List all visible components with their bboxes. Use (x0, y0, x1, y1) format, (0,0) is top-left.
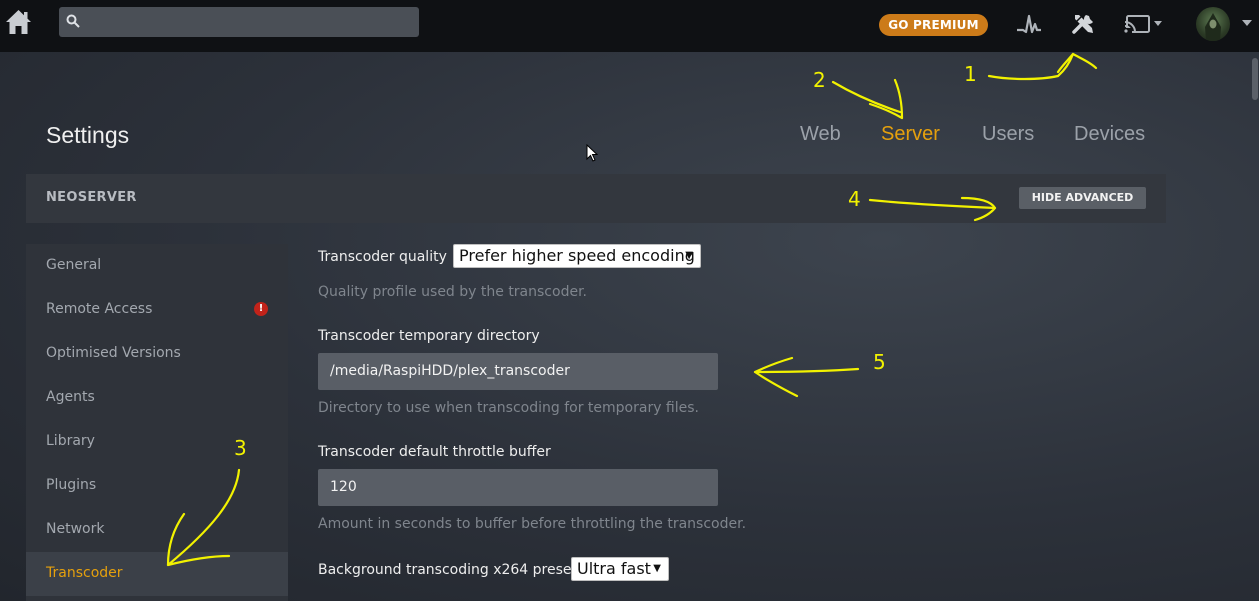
sidebar-item-label: Agents (46, 389, 95, 405)
sidebar-item-library[interactable]: Library (26, 420, 288, 464)
sidebar-item-agents[interactable]: Agents (26, 376, 288, 420)
top-bar: GO PREMIUM (0, 0, 1259, 52)
page-title: Settings (46, 122, 130, 148)
select-value: Ultra fast (577, 559, 651, 578)
go-premium-button[interactable]: GO PREMIUM (879, 14, 988, 36)
warning-icon: ! (254, 302, 268, 316)
sidebar-item-remote-access[interactable]: Remote Access ! (26, 288, 288, 332)
tab-devices[interactable]: Devices (1074, 123, 1145, 146)
chevron-down-icon[interactable] (1241, 18, 1253, 28)
tab-web[interactable]: Web (800, 123, 841, 146)
sidebar-item-general[interactable]: General (26, 244, 288, 288)
transcoder-quality-help: Quality profile used by the transcoder. (318, 284, 587, 300)
sidebar-item-transcoder[interactable]: Transcoder (26, 552, 288, 596)
annotation-number-3: 3 (234, 436, 247, 460)
tab-users[interactable]: Users (982, 123, 1034, 146)
search-input[interactable] (59, 7, 419, 37)
avatar[interactable] (1196, 7, 1230, 41)
x264-preset-select[interactable]: Ultra fast ▼ (571, 557, 669, 581)
settings-icon[interactable] (1071, 11, 1097, 37)
transcoder-quality-label: Transcoder quality (318, 249, 447, 265)
sidebar-item-label: Network (46, 521, 105, 537)
throttle-buffer-label: Transcoder default throttle buffer (318, 444, 551, 460)
activity-icon[interactable] (1016, 12, 1042, 36)
annotation-number-4: 4 (848, 187, 861, 211)
chevron-down-icon: ▼ (653, 563, 661, 574)
home-icon[interactable] (5, 9, 32, 35)
mouse-cursor-icon (586, 144, 598, 162)
transcoder-quality-select[interactable]: Prefer higher speed encoding ▼ (453, 244, 701, 268)
select-value: Prefer higher speed encoding (459, 246, 695, 265)
server-bar: NEOSERVER HIDE ADVANCED (26, 174, 1166, 223)
sidebar-item-label: Remote Access (46, 301, 153, 317)
settings-sidebar: General Remote Access ! Optimised Versio… (26, 244, 288, 601)
annotation-arrow-1 (987, 52, 1098, 81)
sidebar-item-label: General (46, 257, 102, 273)
throttle-buffer-input[interactable]: 120 (318, 469, 718, 506)
temp-directory-label: Transcoder temporary directory (318, 328, 540, 344)
search-icon (66, 14, 80, 28)
sidebar-item-label: Library (46, 433, 95, 449)
scrollbar[interactable] (1252, 58, 1258, 100)
annotation-arrow-2 (831, 78, 904, 120)
annotation-arrow-5 (753, 356, 860, 398)
cast-icon[interactable] (1124, 14, 1168, 34)
temp-directory-help: Directory to use when transcoding for te… (318, 400, 699, 416)
sidebar-item-label: Optimised Versions (46, 345, 181, 361)
sidebar-item-label: Transcoder (46, 565, 123, 581)
sidebar-item-optimised-versions[interactable]: Optimised Versions (26, 332, 288, 376)
tab-server[interactable]: Server (881, 123, 940, 146)
temp-directory-input[interactable]: /media/RaspiHDD/plex_transcoder (318, 353, 718, 390)
sidebar-item-label: Plugins (46, 477, 97, 493)
hide-advanced-button[interactable]: HIDE ADVANCED (1019, 187, 1146, 209)
throttle-buffer-help: Amount in seconds to buffer before throt… (318, 516, 747, 532)
annotation-number-1: 1 (964, 62, 977, 86)
x264-preset-label: Background transcoding x264 preset (318, 562, 578, 578)
sidebar-item-plugins[interactable]: Plugins (26, 464, 288, 508)
server-name: NEOSERVER (46, 190, 137, 205)
annotation-number-2: 2 (813, 68, 826, 92)
avatar-figure-icon (1205, 13, 1221, 41)
sidebar-item-network[interactable]: Network (26, 508, 288, 552)
chevron-down-icon: ▼ (685, 250, 693, 261)
annotation-number-5: 5 (873, 350, 886, 374)
